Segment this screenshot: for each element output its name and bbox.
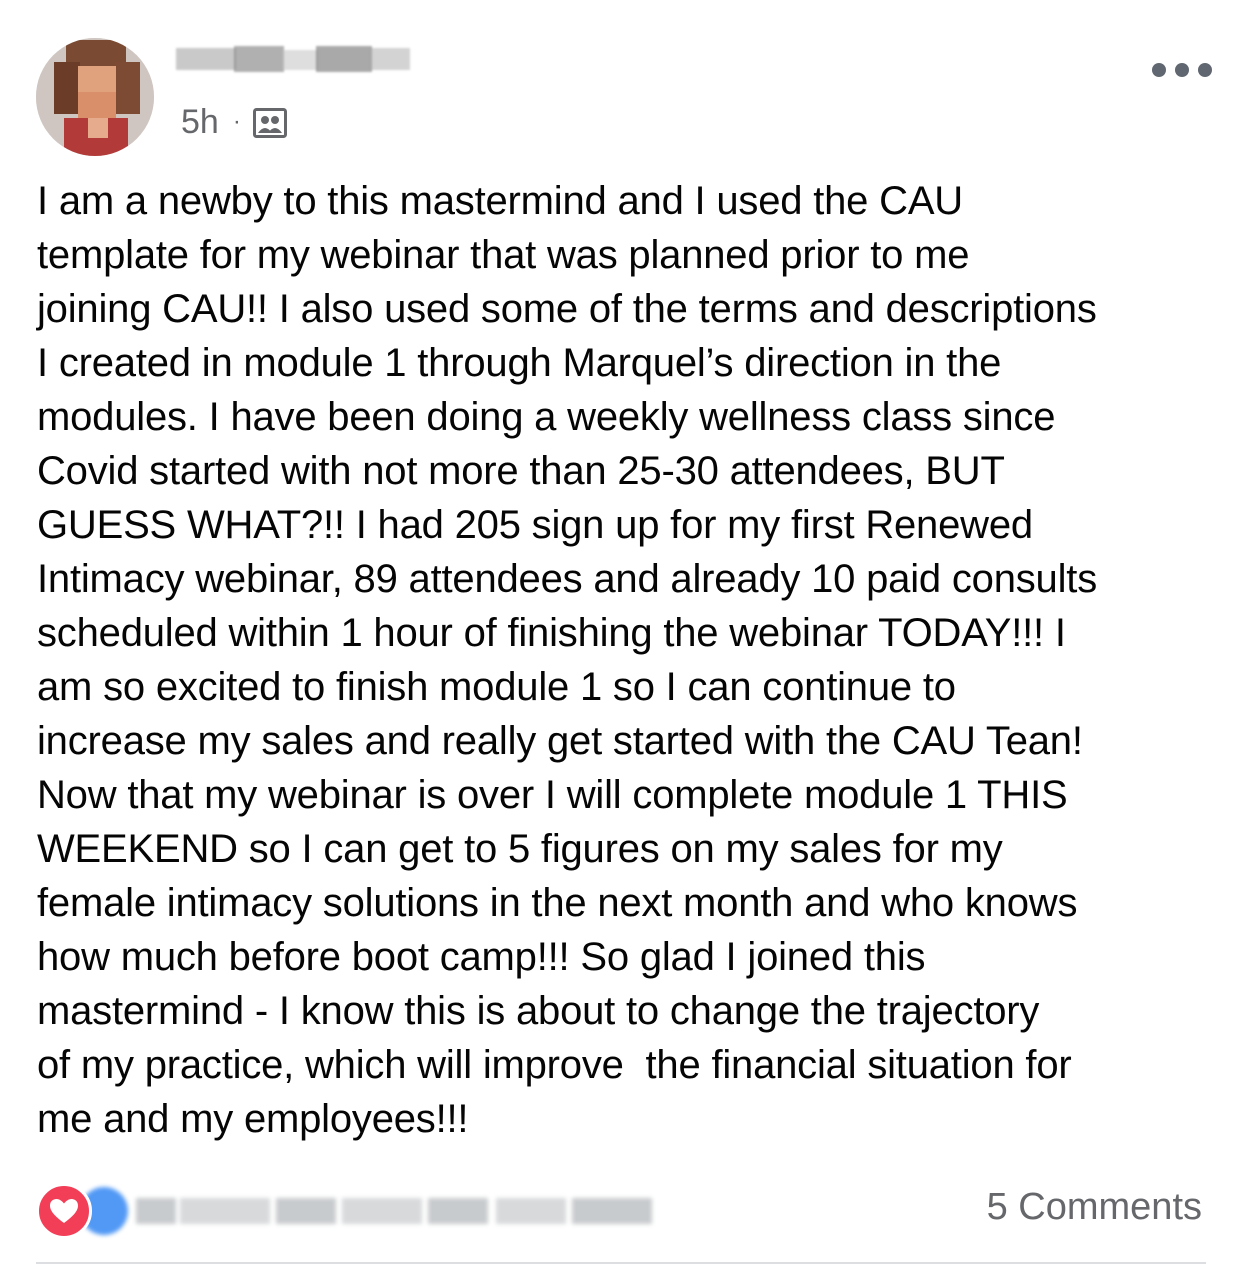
- more-dot: [1152, 63, 1166, 77]
- group-audience-icon[interactable]: [252, 108, 287, 138]
- reactions-summary[interactable]: [36, 1183, 656, 1239]
- author-avatar[interactable]: [36, 38, 154, 156]
- comments-count-link[interactable]: 5 Comments: [987, 1184, 1202, 1230]
- meta-separator: ·: [232, 108, 241, 135]
- more-dot: [1198, 63, 1212, 77]
- author-name-redacted[interactable]: [176, 40, 411, 76]
- more-dot: [1175, 63, 1189, 77]
- footer-divider: [36, 1262, 1206, 1264]
- post-timestamp[interactable]: 5h: [181, 103, 219, 142]
- facebook-post: 5h · I am a newby to this mastermind and…: [0, 0, 1242, 1272]
- more-options-icon[interactable]: [1152, 60, 1212, 80]
- love-reaction-icon: [36, 1183, 92, 1239]
- reactor-names-redacted[interactable]: [136, 1188, 656, 1234]
- post-body-text: I am a newby to this mastermind and I us…: [37, 179, 1097, 1141]
- post-meta: 5h ·: [181, 100, 287, 144]
